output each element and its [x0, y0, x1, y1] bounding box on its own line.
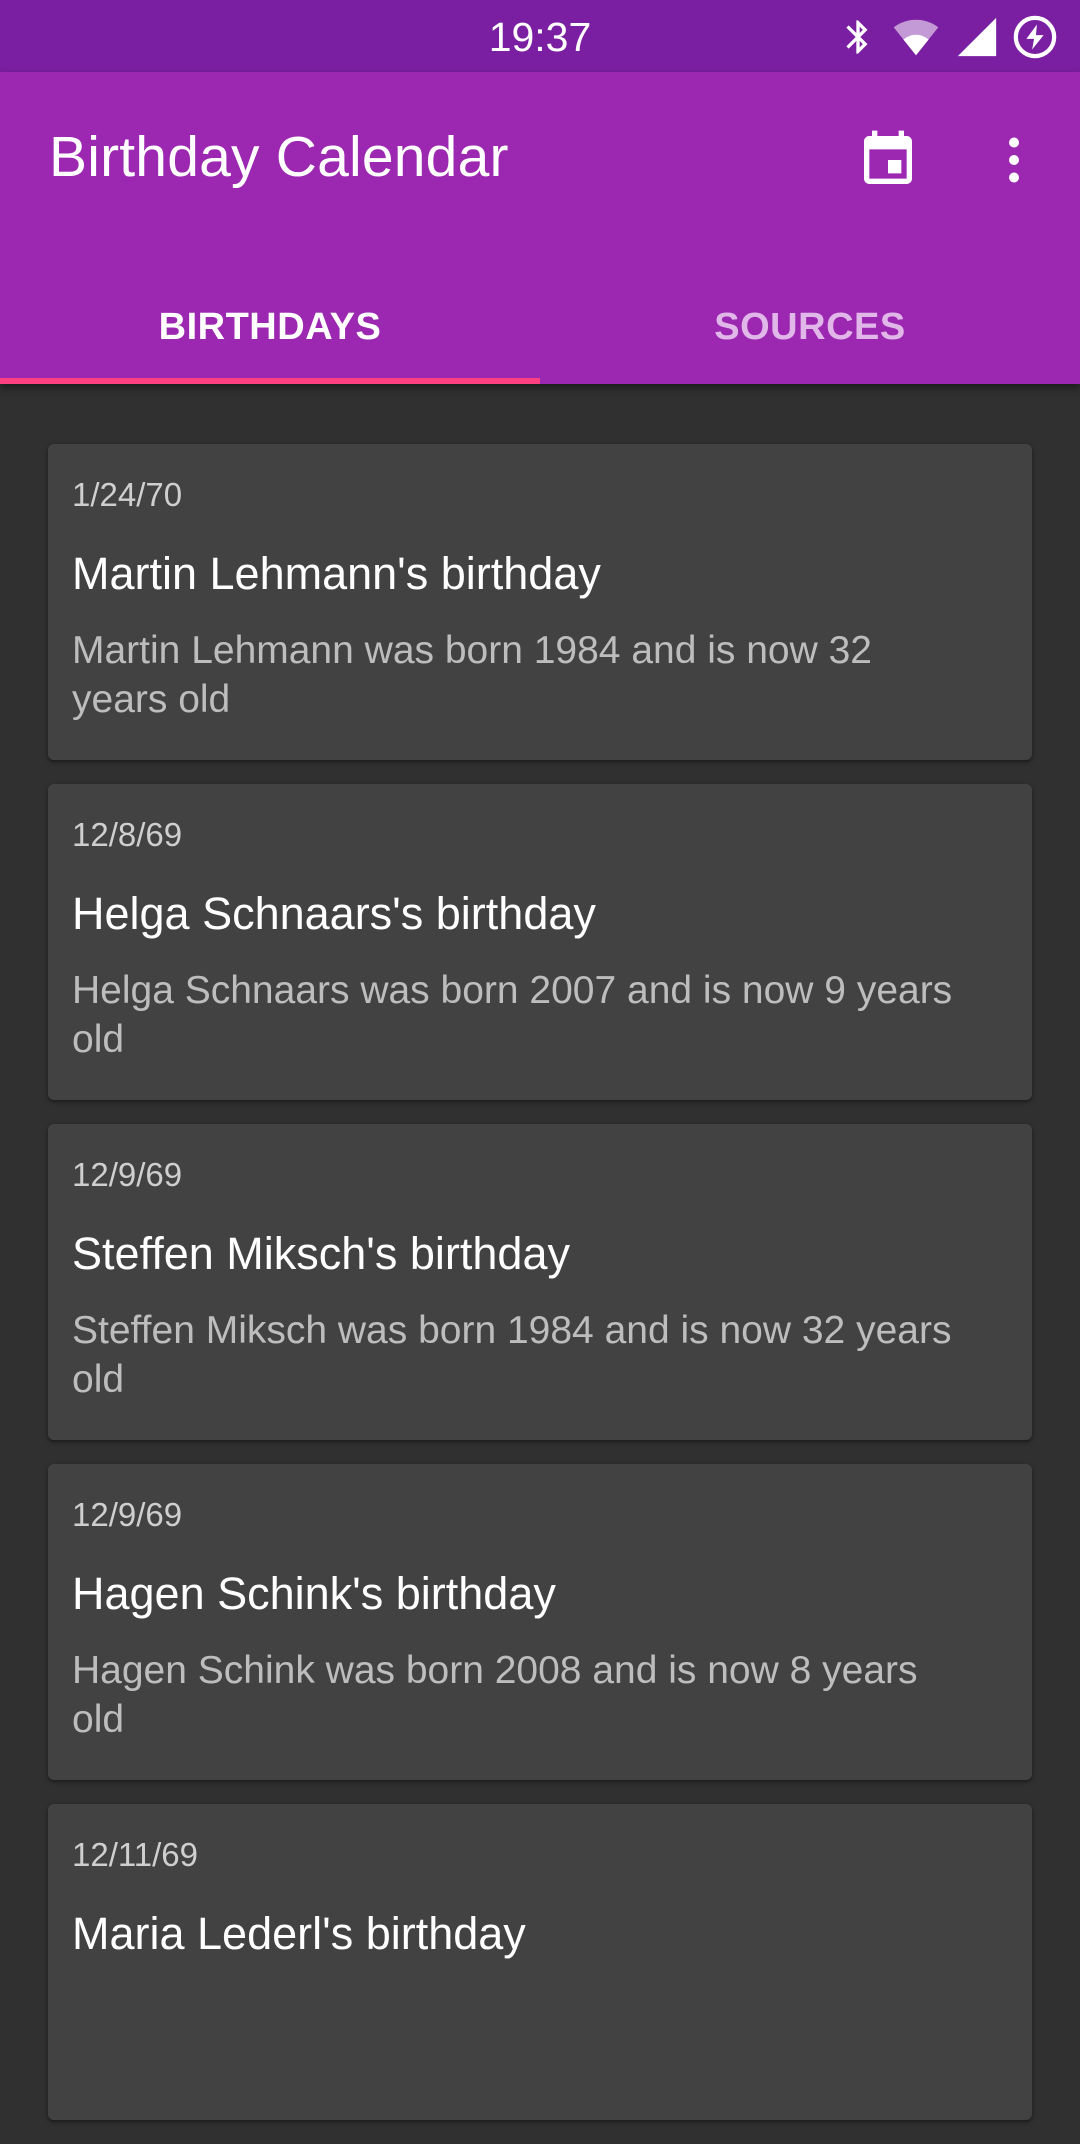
wifi-icon — [890, 14, 942, 60]
birthday-date: 1/24/70 — [72, 476, 183, 513]
calendar-icon — [864, 130, 912, 184]
birthday-card[interactable]: 1/24/70 Martin Lehmann's birthday Martin… — [48, 444, 1032, 760]
birthday-date: 12/8/69 — [72, 816, 183, 853]
status-icons — [826, 12, 1058, 62]
birthday-description: Helga Schnaars was born 2007 and is now … — [72, 969, 953, 1061]
more-vert-icon — [1009, 137, 1019, 183]
birthday-description: Martin Lehmann was born 1984 and is now … — [72, 629, 872, 721]
battery-charging-icon — [1012, 14, 1058, 60]
birthday-card[interactable]: 12/11/69 Maria Lederl's birthday — [48, 1804, 1032, 2120]
overflow-menu-button[interactable] — [980, 120, 1048, 200]
tab-indicator — [0, 378, 540, 384]
birthday-description: Steffen Miksch was born 1984 and is now … — [72, 1309, 952, 1401]
birthday-date: 12/9/69 — [72, 1156, 183, 1193]
birthday-title: Steffen Miksch's birthday — [72, 1228, 570, 1279]
bluetooth-icon — [838, 14, 878, 60]
birthday-date: 12/11/69 — [72, 1836, 199, 1873]
birthday-list[interactable]: 1/24/70 Martin Lehmann's birthday Martin… — [48, 444, 1032, 2144]
birthday-date: 12/9/69 — [72, 1496, 183, 1533]
tab-sources[interactable]: SOURCES — [540, 270, 1080, 384]
status-bar: 19:37 — [0, 0, 1080, 72]
signal-icon — [954, 14, 1000, 60]
birthday-card[interactable]: 12/8/69 Helga Schnaars's birthday Helga … — [48, 784, 1032, 1100]
birthday-title: Helga Schnaars's birthday — [72, 888, 596, 939]
tab-bar: BIRTHDAYS SOURCES — [0, 270, 1080, 384]
tab-sources-label: SOURCES — [714, 305, 906, 348]
birthday-card[interactable]: 12/9/69 Hagen Schink's birthday Hagen Sc… — [48, 1464, 1032, 1780]
page-title: Birthday Calendar — [49, 125, 509, 189]
birthday-title: Hagen Schink's birthday — [72, 1568, 556, 1619]
tab-birthdays[interactable]: BIRTHDAYS — [0, 270, 540, 384]
app-bar: Birthday Calendar BIRTHDAYS SOURCES — [0, 72, 1080, 384]
tab-birthdays-label: BIRTHDAYS — [158, 305, 382, 348]
calendar-button[interactable] — [848, 120, 928, 200]
birthday-title: Maria Lederl's birthday — [72, 1908, 526, 1959]
birthday-description: Hagen Schink was born 2008 and is now 8 … — [72, 1649, 918, 1741]
birthday-card[interactable]: 12/9/69 Steffen Miksch's birthday Steffe… — [48, 1124, 1032, 1440]
birthday-title: Martin Lehmann's birthday — [72, 548, 601, 599]
